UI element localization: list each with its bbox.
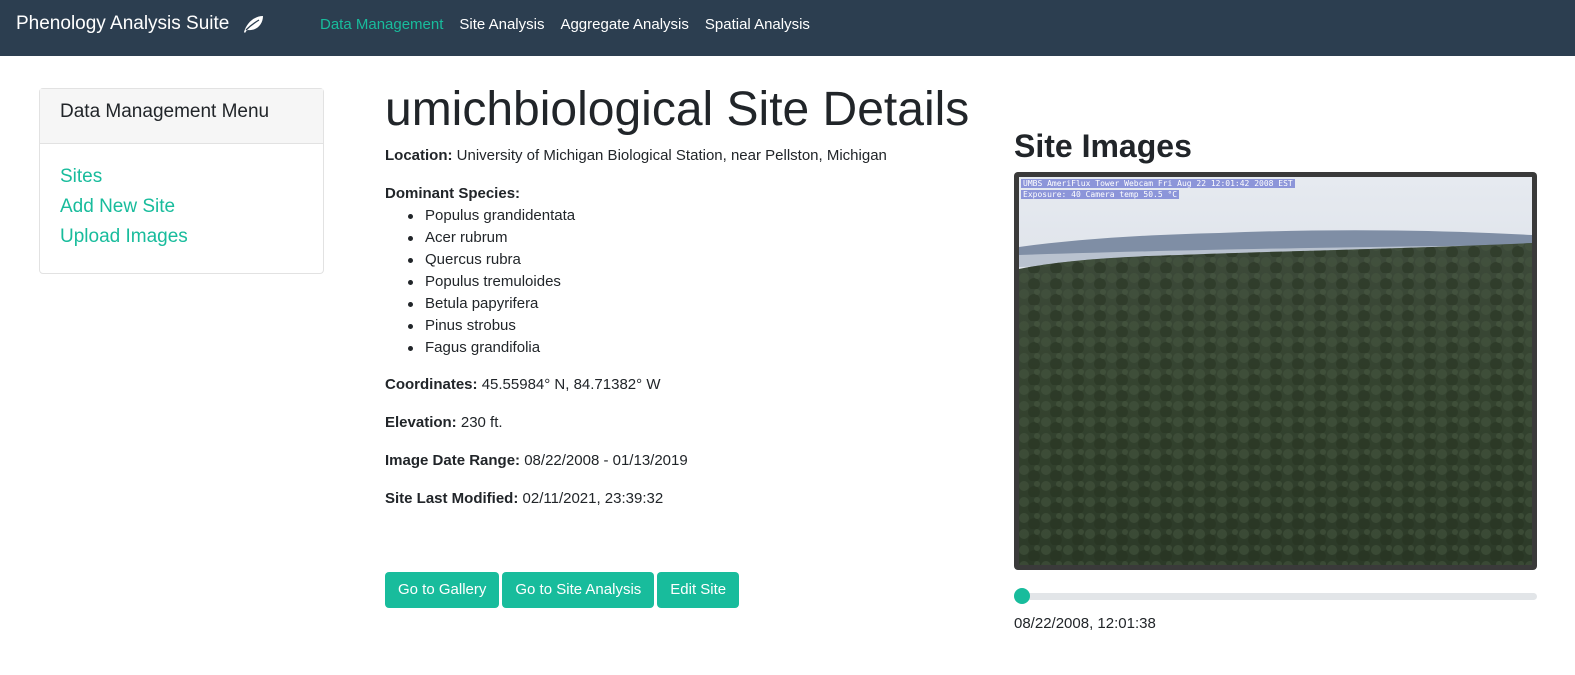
last-modified-row: Site Last Modified: 02/11/2021, 23:39:32 <box>385 490 663 507</box>
webcam-overlay-line2: Exposure: 40 Camera temp 50.5 °C <box>1021 190 1180 199</box>
sidebar-item-add-new-site[interactable]: Add New Site <box>60 192 303 222</box>
date-range-value: 08/22/2008 - 01/13/2019 <box>524 452 688 469</box>
sidebar-item-upload-images[interactable]: Upload Images <box>60 222 303 252</box>
top-navbar: Phenology Analysis Suite Data Management… <box>0 0 1575 56</box>
go-to-gallery-button[interactable]: Go to Gallery <box>385 572 500 608</box>
slider-thumb[interactable] <box>1014 588 1030 604</box>
leaf-icon <box>241 14 265 34</box>
date-range-row: Image Date Range: 08/22/2008 - 01/13/201… <box>385 452 688 469</box>
data-management-menu: Data Management Menu Sites Add New Site … <box>39 88 324 274</box>
action-buttons: Go to Gallery Go to Site Analysis Edit S… <box>385 572 742 608</box>
species-item: Populus grandidentata <box>407 205 575 227</box>
site-image-frame: UMBS AmeriFlux Tower Webcam Fri Aug 22 1… <box>1014 172 1537 570</box>
coordinates-value: 45.55984° N, 84.71382° W <box>481 376 661 393</box>
location-value: University of Michigan Biological Statio… <box>456 147 887 164</box>
location-row: Location: University of Michigan Biologi… <box>385 147 887 164</box>
species-item: Betula papyrifera <box>407 293 575 315</box>
date-range-label: Image Date Range: <box>385 452 521 469</box>
species-item: Pinus strobus <box>407 315 575 337</box>
webcam-overlay-line1: UMBS AmeriFlux Tower Webcam Fri Aug 22 1… <box>1021 179 1295 188</box>
elevation-row: Elevation: 230 ft. <box>385 414 503 431</box>
slider-track[interactable] <box>1014 593 1537 600</box>
brand-title[interactable]: Phenology Analysis Suite <box>16 13 229 35</box>
species-item: Fagus grandifolia <box>407 337 575 359</box>
species-item: Populus tremuloides <box>407 271 575 293</box>
nav-spatial-analysis[interactable]: Spatial Analysis <box>705 16 810 33</box>
location-label: Location: <box>385 147 453 164</box>
nav-site-analysis[interactable]: Site Analysis <box>459 16 544 33</box>
image-slider[interactable] <box>1014 588 1537 604</box>
site-image: UMBS AmeriFlux Tower Webcam Fri Aug 22 1… <box>1019 177 1532 565</box>
page-title: umichbiological Site Details <box>385 83 970 136</box>
menu-body: Sites Add New Site Upload Images <box>40 144 323 270</box>
elevation-value: 230 ft. <box>460 414 503 431</box>
sidebar-item-sites[interactable]: Sites <box>60 162 303 192</box>
edit-site-button[interactable]: Edit Site <box>657 572 740 608</box>
nav-links: Data Management Site Analysis Aggregate … <box>320 16 826 33</box>
species-label: Dominant Species: <box>385 185 521 202</box>
site-images-title: Site Images <box>1014 128 1192 164</box>
brand[interactable]: Phenology Analysis Suite <box>16 13 265 35</box>
species-list: Populus grandidentata Acer rubrum Quercu… <box>407 205 575 359</box>
go-to-site-analysis-button[interactable]: Go to Site Analysis <box>502 572 655 608</box>
image-timestamp: 08/22/2008, 12:01:38 <box>1014 615 1156 632</box>
nav-data-management[interactable]: Data Management <box>320 16 443 33</box>
elevation-label: Elevation: <box>385 414 457 431</box>
webcam-photo <box>1019 177 1532 565</box>
menu-header: Data Management Menu <box>40 89 323 144</box>
last-modified-value: 02/11/2021, 23:39:32 <box>522 490 664 507</box>
nav-aggregate-analysis[interactable]: Aggregate Analysis <box>560 16 688 33</box>
coordinates-row: Coordinates: 45.55984° N, 84.71382° W <box>385 376 660 393</box>
last-modified-label: Site Last Modified: <box>385 490 519 507</box>
coordinates-label: Coordinates: <box>385 376 478 393</box>
species-item: Acer rubrum <box>407 227 575 249</box>
species-item: Quercus rubra <box>407 249 575 271</box>
